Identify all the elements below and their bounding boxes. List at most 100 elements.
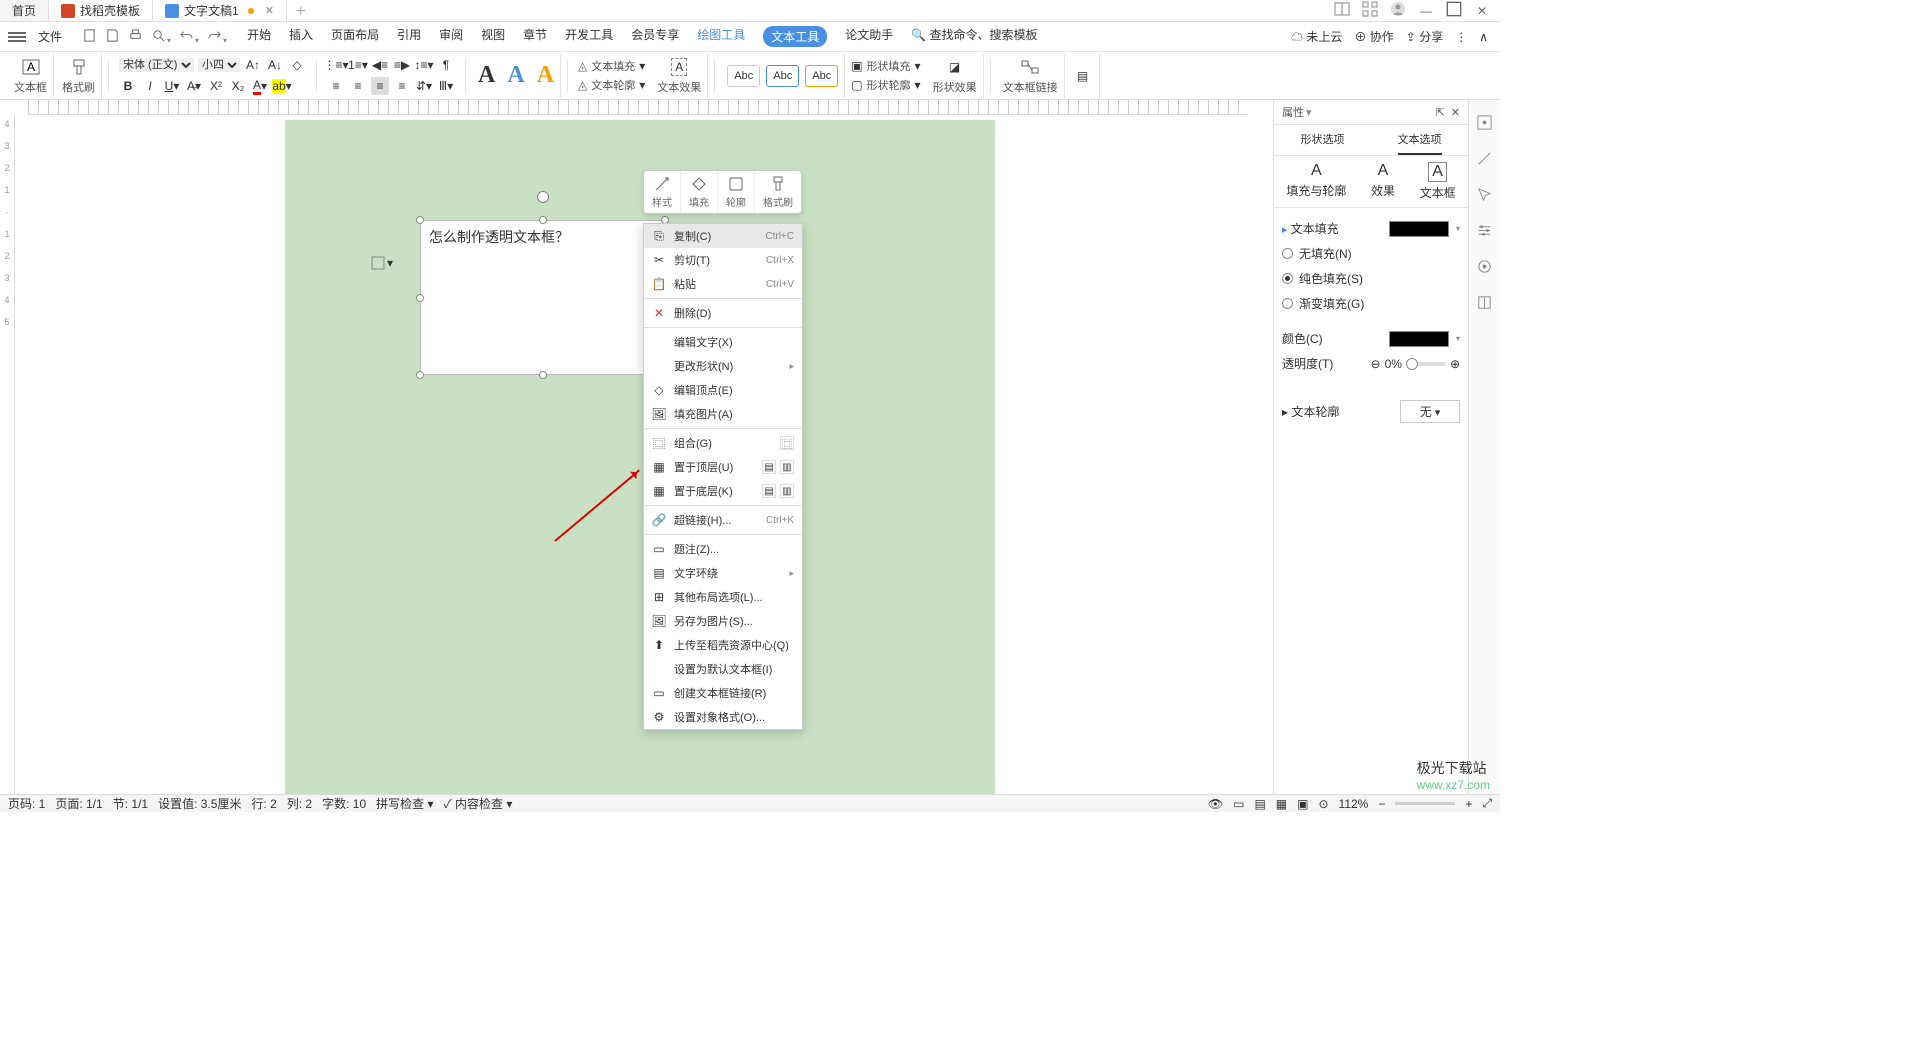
menu-dev[interactable]: 开发工具 [565,26,613,47]
cm-set-format[interactable]: ⚙设置对象格式(O)... [644,705,802,729]
rib-format-painter[interactable]: 格式刷 [56,54,102,98]
search-command[interactable]: 🔍 查找命令、搜索模板 [911,26,1037,47]
avatar-icon[interactable] [1390,1,1406,20]
layout-quick-icon[interactable]: ▾ [371,256,393,270]
handle-tl[interactable] [416,216,424,224]
menu-view[interactable]: 视图 [481,26,505,47]
subtab-textbox[interactable]: A文本框 [1420,162,1456,201]
add-tab[interactable]: ＋ [287,0,315,21]
menu-layout[interactable]: 页面布局 [331,26,379,47]
cm-upload[interactable]: ⬆上传至稻壳资源中心(Q) [644,633,802,657]
line-spacing-icon[interactable]: ↕≡▾ [415,56,433,74]
shape-effects-button[interactable]: ◪形状效果 [927,54,984,98]
textbox-link-button[interactable]: 文本框链接 [997,54,1065,98]
cm-send-back[interactable]: ▦置于底层(K)▤▥ [644,479,802,503]
sb-spell[interactable]: 拼写检查 ▾ [376,795,433,812]
side-settings-icon[interactable] [1476,222,1493,242]
font-select[interactable]: 宋体 (正文) [119,58,194,72]
cm-set-default[interactable]: 设置为默认文本框(I) [644,657,802,681]
cm-other-layout[interactable]: ⊞其他布局选项(L)... [644,585,802,609]
mini-fill[interactable]: 填充 [681,171,718,213]
cm-cut[interactable]: ✂剪切(T)Ctrl+X [644,248,802,272]
increase-size-icon[interactable]: A↑ [244,56,262,74]
canvas[interactable]: 怎么制作透明文本框？ ▾ 样式 填充 轮廓 格式刷 ⎘复制(C)Ctrl+C ✂… [15,115,1248,794]
side-select-icon[interactable] [1476,186,1493,206]
text-style-blue[interactable]: A [507,62,524,89]
undo-icon[interactable]: ▾ [179,28,199,46]
apps-icon[interactable] [1362,1,1378,20]
menu-review[interactable]: 审阅 [439,26,463,47]
cm-save-as-pic[interactable]: 🖼另存为图片(S)... [644,609,802,633]
tab-docker[interactable]: 找稻壳模板 [49,0,153,21]
underline-icon[interactable]: U▾ [163,77,181,95]
text-fill-button[interactable]: ◬文本填充▾ [578,58,645,74]
text-style-black[interactable]: A [478,62,495,89]
close-icon[interactable]: ✕ [265,4,274,17]
align-justify-icon[interactable]: ≡ [393,77,411,95]
mini-format[interactable]: 格式刷 [755,171,801,213]
strike-icon[interactable]: A̶▾ [185,77,203,95]
cm-copy[interactable]: ⎘复制(C)Ctrl+C [644,224,802,248]
text-direction-icon[interactable]: Ⅲ▾ [437,77,455,95]
cm-hyperlink[interactable]: 🔗超链接(H)...Ctrl+K [644,508,802,532]
menu-text[interactable]: 文本工具 [763,26,827,47]
collab-button[interactable]: ⊕ 协作 [1354,28,1393,45]
numbering-icon[interactable]: 1≡▾ [349,56,367,74]
opacity-inc[interactable]: ⊕ [1450,357,1460,371]
paragraph-icon[interactable]: ¶ [437,56,455,74]
rib-textbox[interactable]: A 文本框 [8,54,54,98]
redo-icon[interactable]: ▾ [207,28,227,46]
italic-icon[interactable]: I [141,77,159,95]
sb-words[interactable]: 字数: 10 [322,795,366,812]
cm-edit-text[interactable]: 编辑文字(X) [644,330,802,354]
section-text-fill[interactable]: 文本填充 [1291,222,1339,236]
menu-draw[interactable]: 绘图工具 [697,26,745,47]
handle-bl[interactable] [416,371,424,379]
shape-fill-button[interactable]: ▣形状填充▾ [851,58,920,74]
close-window-icon[interactable]: ✕ [1474,4,1490,18]
cm-text-wrap[interactable]: ▤文字环绕▸ [644,561,802,585]
tab-document[interactable]: 文字文稿1✕ [153,0,287,21]
sb-col[interactable]: 列: 2 [287,795,312,812]
increase-indent-icon[interactable]: ≡▶ [393,56,411,74]
hamburger-icon[interactable] [8,32,26,42]
radio-solid-fill[interactable]: 纯色填充(S) [1282,266,1460,291]
text-outline-button[interactable]: ◬文本轮廓▾ [578,77,645,93]
abc-style-2[interactable]: Abc [766,65,799,87]
sb-zoom-in[interactable]: + [1465,797,1472,811]
sb-expand-icon[interactable]: ⤢ [1482,796,1492,811]
cm-create-link[interactable]: ▭创建文本框链接(R) [644,681,802,705]
handle-ml[interactable] [416,294,424,302]
menu-paper[interactable]: 论文助手 [845,26,893,47]
sb-zoom-slider[interactable] [1395,802,1455,805]
clear-format-icon[interactable]: ◇ [288,56,306,74]
side-book-icon[interactable] [1476,294,1493,314]
sb-view1-icon[interactable]: ▭ [1233,797,1244,811]
font-color-icon[interactable]: A▾ [251,77,269,95]
highlight-icon[interactable]: ab▾ [273,77,291,95]
abc-style-1[interactable]: Abc [727,65,760,87]
sb-position[interactable]: 设置值: 3.5厘米 [158,795,241,812]
sb-zoom[interactable]: 112% [1339,797,1369,811]
share-button[interactable]: ⇪ 分享 [1406,28,1443,45]
decrease-size-icon[interactable]: A↓ [266,56,284,74]
maximize-icon[interactable] [1446,1,1462,20]
sb-pagecode[interactable]: 页码: 1 [8,795,45,812]
radio-no-fill[interactable]: 无填充(N) [1282,241,1460,266]
mini-outline[interactable]: 轮廓 [718,171,755,213]
align-left-icon[interactable]: ≡ [327,77,345,95]
more-icon[interactable]: ⋮ [1455,30,1467,44]
subtab-fill[interactable]: A填充与轮廓 [1286,162,1346,201]
text-style-orange[interactable]: A [537,62,554,89]
cm-paste[interactable]: 📋粘贴Ctrl+V [644,272,802,296]
cm-edit-points[interactable]: ◇编辑顶点(E) [644,378,802,402]
pin-icon[interactable]: ⇱ [1436,106,1445,119]
handle-bm[interactable] [539,371,547,379]
opacity-dec[interactable]: ⊖ [1371,357,1381,371]
sb-eye-icon[interactable]: 👁 [1208,797,1223,811]
section-text-outline[interactable]: 文本轮廓 [1291,405,1339,419]
panel-tab-shape[interactable]: 形状选项 [1301,125,1345,155]
superscript-icon[interactable]: X² [207,77,225,95]
textbox-selected[interactable]: 怎么制作透明文本框？ ▾ [420,220,665,375]
save-icon[interactable] [105,28,120,46]
